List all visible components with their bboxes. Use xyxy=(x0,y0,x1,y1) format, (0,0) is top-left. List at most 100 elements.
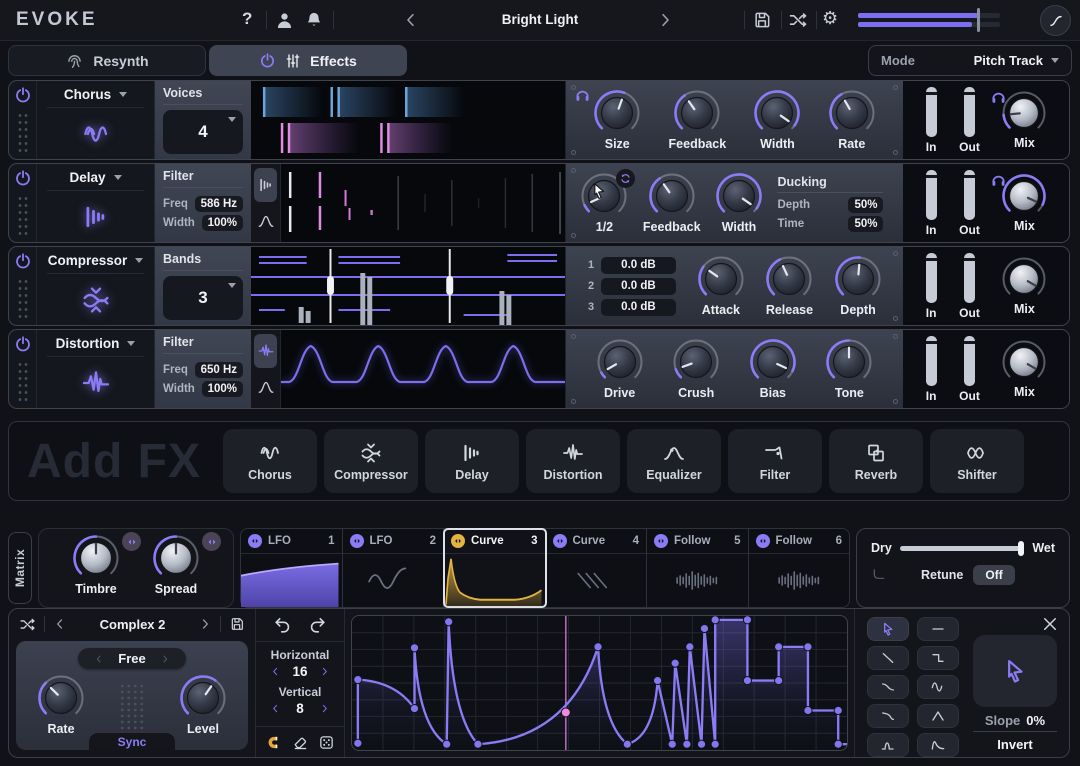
increase-arrow[interactable] xyxy=(319,666,330,677)
preset-name[interactable]: Bright Light xyxy=(480,12,600,27)
add-shifter-button[interactable]: Shifter xyxy=(929,429,1024,493)
feedback-knob[interactable]: Feedback xyxy=(669,90,726,151)
level-knob[interactable]: Level xyxy=(180,675,226,736)
tool-pulse[interactable] xyxy=(867,733,909,757)
filter-view-button[interactable] xyxy=(254,205,277,239)
tool-exp-curve[interactable] xyxy=(867,704,909,728)
mix-knob[interactable]: Mix xyxy=(1002,173,1047,233)
power-icon[interactable] xyxy=(259,52,276,69)
free-mode-selector[interactable]: Free xyxy=(78,648,186,669)
headphones-solo-icon[interactable] xyxy=(990,172,1007,189)
headphones-solo-icon[interactable] xyxy=(990,89,1007,106)
mod-slot-curve-3[interactable]: Curve 3 xyxy=(443,528,547,608)
dry-wet-slider[interactable] xyxy=(899,540,1025,556)
response-curve-button[interactable] xyxy=(1040,5,1071,36)
feedback-knob[interactable]: Feedback xyxy=(643,173,701,234)
tone-knob[interactable]: Tone xyxy=(826,338,872,400)
randomize-shuffle-icon[interactable] xyxy=(788,10,808,30)
save-icon[interactable] xyxy=(752,10,772,30)
curve-canvas[interactable] xyxy=(351,615,848,751)
tab-effects[interactable]: Effects xyxy=(209,45,407,76)
filter-view-button[interactable] xyxy=(254,371,277,405)
add-reverb-button[interactable]: Reverb xyxy=(828,429,923,493)
tool-skewed-pulse[interactable] xyxy=(917,733,959,757)
mod-slot-lfo-2[interactable]: LFO 2 xyxy=(342,529,444,607)
power-icon[interactable] xyxy=(14,252,32,270)
mod-slot-follow-5[interactable]: Follow 5 xyxy=(647,529,749,607)
add-chorus-button[interactable]: Chorus xyxy=(222,429,317,493)
width-value[interactable]: 100% xyxy=(201,215,243,231)
slider-handle[interactable] xyxy=(1018,540,1025,556)
help-icon[interactable]: ? xyxy=(242,9,252,29)
randomize-shuffle-icon[interactable] xyxy=(19,616,36,633)
undo-icon[interactable] xyxy=(273,616,292,635)
width-value[interactable]: 100% xyxy=(201,381,243,397)
close-icon[interactable] xyxy=(1041,615,1059,633)
depth-value[interactable]: 50% xyxy=(848,196,884,213)
depth-knob[interactable]: Depth xyxy=(835,255,881,317)
sync-tab[interactable]: Sync xyxy=(89,733,175,750)
fx-type-dropdown[interactable]: Delay xyxy=(47,164,144,191)
compressor-visualization[interactable] xyxy=(251,247,565,325)
mod-slot-follow-6[interactable]: Follow 6 xyxy=(748,529,849,607)
retune-toggle[interactable]: Off xyxy=(973,565,1015,585)
add-equalizer-button[interactable]: Equalizer xyxy=(626,429,721,493)
shape-view-button[interactable] xyxy=(254,334,277,368)
bipolar-mod-icon[interactable] xyxy=(122,532,141,551)
bias-knob[interactable]: Bias xyxy=(750,338,796,400)
tab-resynth[interactable]: Resynth xyxy=(8,45,206,76)
tool-s-curve[interactable] xyxy=(867,675,909,699)
freq-value[interactable]: 586 Hz xyxy=(194,196,243,212)
power-icon[interactable] xyxy=(14,335,32,353)
next-arrow[interactable] xyxy=(160,654,170,664)
mod-slot-lfo-1[interactable]: LFO 1 xyxy=(241,529,343,607)
prev-arrow[interactable] xyxy=(94,654,104,664)
save-icon[interactable] xyxy=(229,616,245,632)
add-distortion-button[interactable]: Distortion xyxy=(525,429,620,493)
next-arrow[interactable] xyxy=(198,617,212,631)
snap-magnet-icon[interactable] xyxy=(265,734,282,751)
rate-knob[interactable]: Rate xyxy=(38,675,84,736)
drag-handle[interactable] xyxy=(16,278,29,319)
release-knob[interactable]: Release xyxy=(766,256,813,317)
drag-handle[interactable] xyxy=(16,195,29,236)
width-knob[interactable]: Width xyxy=(754,89,801,151)
tool-pointer[interactable] xyxy=(867,617,909,641)
output-level-meter[interactable] xyxy=(858,8,1000,32)
headphones-solo-icon[interactable] xyxy=(574,87,591,104)
decrease-arrow[interactable] xyxy=(270,703,281,714)
bands-select[interactable]: 3 xyxy=(163,276,243,320)
tool-flat-line[interactable] xyxy=(917,617,959,641)
time-value[interactable]: 50% xyxy=(848,215,884,232)
tool-sine[interactable] xyxy=(917,675,959,699)
drag-handle[interactable] xyxy=(16,361,29,402)
mod-slot-curve-4[interactable]: Curve 4 xyxy=(545,529,647,607)
fx-type-dropdown[interactable]: Distortion xyxy=(47,330,144,357)
tempo-sync-icon[interactable] xyxy=(616,168,636,188)
matrix-label[interactable]: Matrix xyxy=(8,532,32,604)
power-icon[interactable] xyxy=(14,86,32,104)
tool-ramp-line[interactable] xyxy=(867,646,909,670)
mix-knob[interactable]: Mix xyxy=(1002,257,1046,316)
user-account-icon[interactable] xyxy=(274,10,295,31)
redo-icon[interactable] xyxy=(308,616,327,635)
preset-next-arrow[interactable] xyxy=(656,11,674,29)
band-gain-value[interactable]: 0.0 dB xyxy=(600,256,676,274)
mode-selector[interactable]: Mode Pitch Track xyxy=(868,45,1072,76)
rate-knob[interactable]: Rate xyxy=(828,90,875,151)
increase-arrow[interactable] xyxy=(319,703,330,714)
size-knob[interactable]: Size xyxy=(594,89,640,151)
randomize-dice-icon[interactable] xyxy=(318,734,335,751)
mix-knob[interactable]: Mix xyxy=(1002,340,1046,399)
drive-knob[interactable]: Drive xyxy=(597,339,643,400)
invert-button[interactable]: Invert xyxy=(973,737,1057,752)
crush-knob[interactable]: Crush xyxy=(673,339,719,400)
time-knob[interactable]: 1/2 xyxy=(581,168,636,234)
slope-row[interactable]: Slope 0% xyxy=(973,713,1057,728)
taps-view-button[interactable] xyxy=(254,168,277,202)
drag-handle[interactable] xyxy=(16,112,29,153)
add-filter-button[interactable]: Filter xyxy=(727,429,822,493)
tool-triangle[interactable] xyxy=(917,704,959,728)
attack-knob[interactable]: Attack xyxy=(698,256,744,317)
band-gain-value[interactable]: 0.0 dB xyxy=(600,298,676,316)
